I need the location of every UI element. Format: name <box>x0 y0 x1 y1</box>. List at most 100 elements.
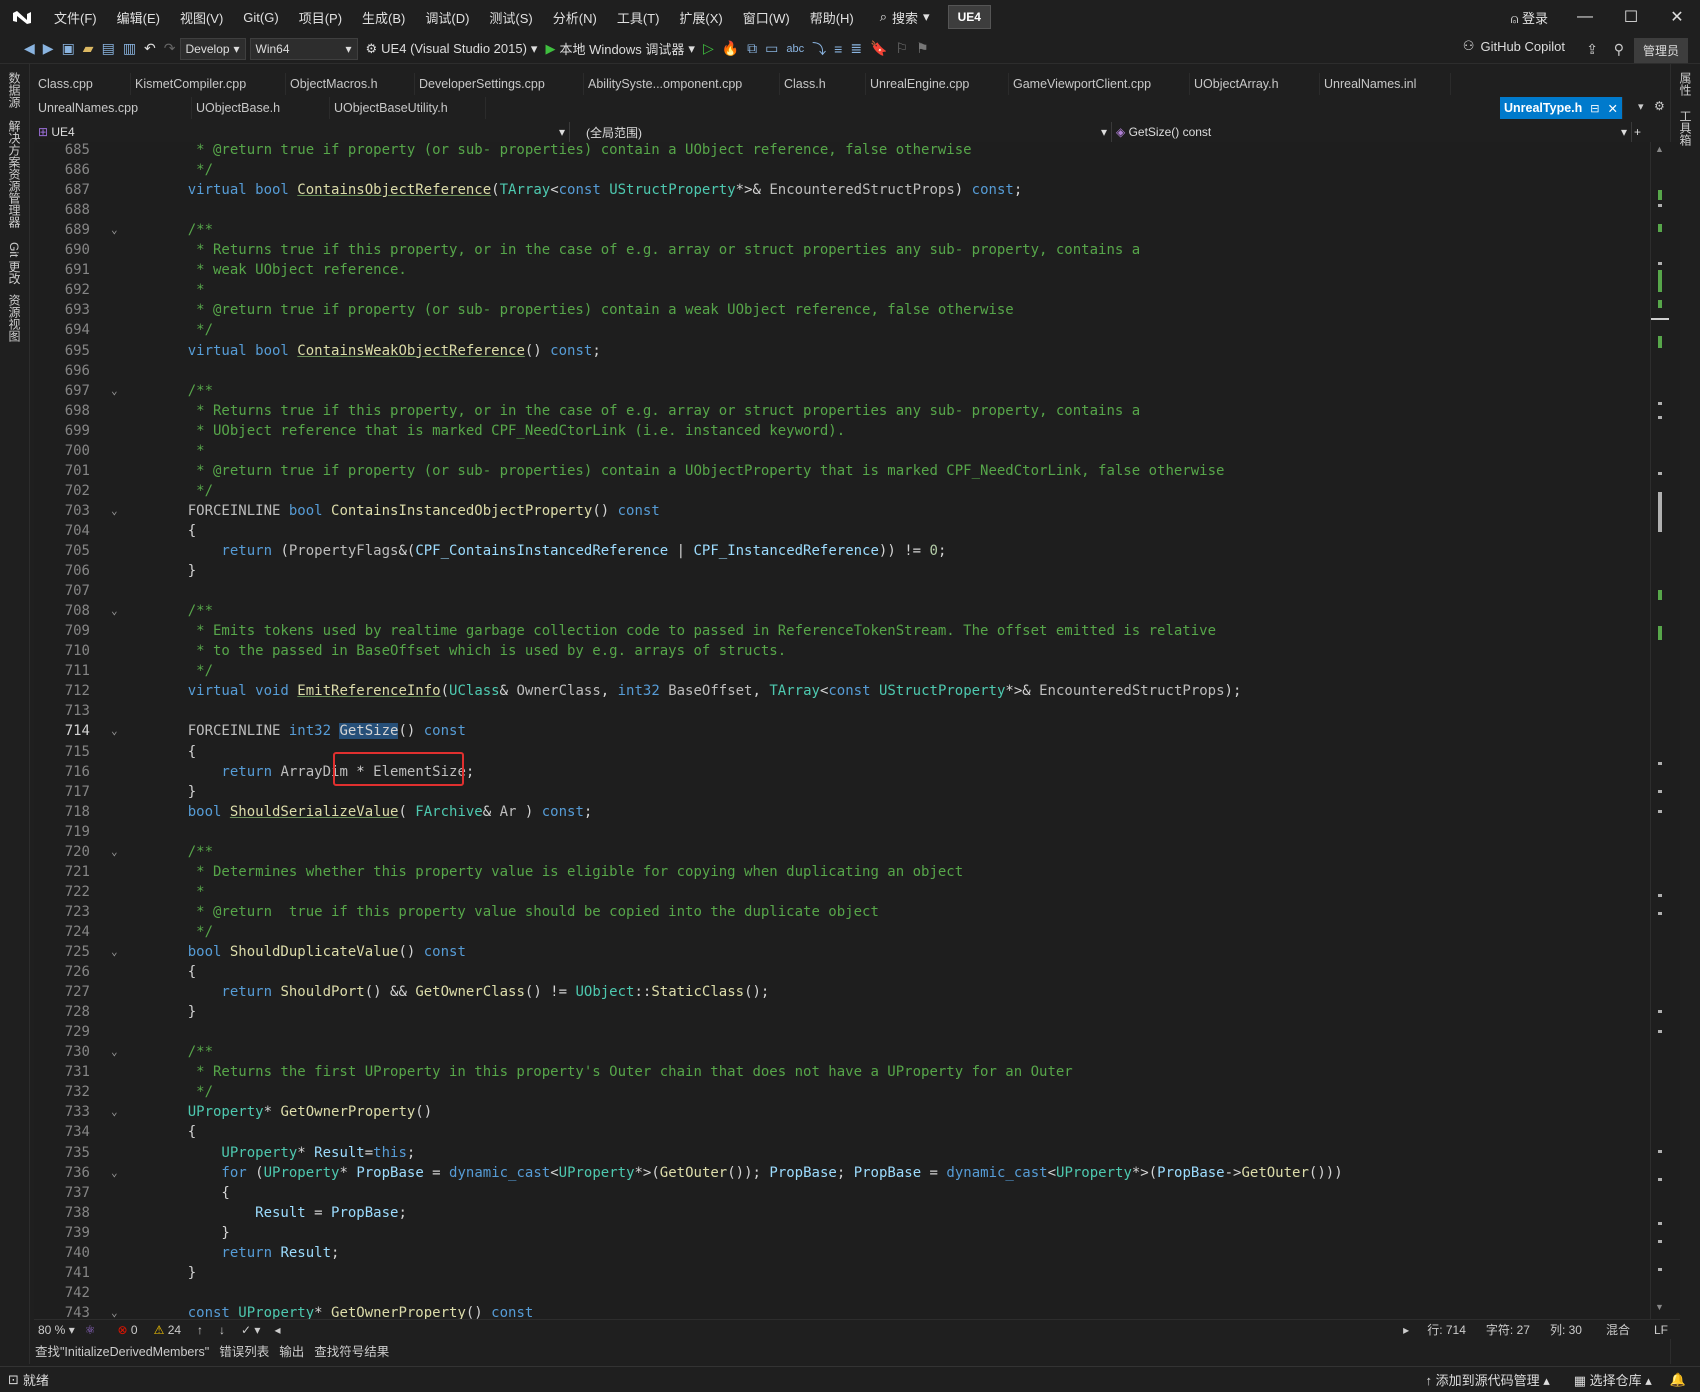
save-all-icon[interactable]: ▥ <box>119 37 140 61</box>
code-line[interactable]: 719 <box>34 822 1654 842</box>
zoom-dropdown[interactable]: 80 % ▾ <box>34 1323 79 1337</box>
step-into-icon[interactable]: ⤵ <box>808 37 830 61</box>
document-tab[interactable]: UObjectBase.h <box>192 97 330 119</box>
prev-bookmark-icon[interactable]: ⚐ <box>892 37 913 61</box>
undo-icon[interactable]: ↶ <box>140 37 160 61</box>
code-line[interactable]: 713 <box>34 701 1654 721</box>
code-line[interactable]: 694 */ <box>34 320 1654 340</box>
whitespace-mode-status[interactable]: 混合 <box>1594 1321 1642 1338</box>
document-tab[interactable]: ObjectMacros.h <box>286 73 415 95</box>
code-line[interactable]: 727 return ShouldPort() && GetOwnerClass… <box>34 982 1654 1002</box>
menu-item[interactable]: 文件(F) <box>44 8 107 27</box>
close-tab-icon[interactable]: ✕ <box>1607 101 1617 116</box>
scroll-right-arrow-icon[interactable]: ▸ <box>1397 1323 1415 1337</box>
code-line[interactable]: 701 * @return true if property (or sub- … <box>34 461 1654 481</box>
code-line[interactable]: 690 * Returns true if this property, or … <box>34 240 1654 260</box>
code-line[interactable]: 716 return ArrayDim * ElementSize; <box>34 762 1654 782</box>
code-line[interactable]: 722 * <box>34 882 1654 902</box>
fold-chevron-icon[interactable]: ⌄ <box>111 601 118 621</box>
github-copilot-button[interactable]: ⚇ GitHub Copilot <box>1463 38 1565 54</box>
menu-item[interactable]: 调试(D) <box>415 8 479 27</box>
scroll-left-arrow-icon[interactable]: ◂ <box>268 1323 286 1337</box>
tab-output[interactable]: 输出 <box>274 1341 309 1360</box>
code-line[interactable]: 707 <box>34 581 1654 601</box>
code-line[interactable]: 728 } <box>34 1002 1654 1022</box>
vertical-scrollbar[interactable]: ▲ ▼ <box>1650 142 1669 1319</box>
code-line[interactable]: 685 * @return true if property (or sub- … <box>34 142 1654 160</box>
code-line[interactable]: 702 */ <box>34 481 1654 501</box>
platform-dropdown[interactable]: Win64 ▾ <box>249 37 358 60</box>
code-line[interactable]: 699 * UObject reference that is marked C… <box>34 421 1654 441</box>
code-line[interactable]: 743 ⌄ const UProperty* GetOwnerProperty()… <box>34 1303 1654 1319</box>
fold-chevron-icon[interactable]: ⌄ <box>111 1303 118 1319</box>
feedback-icon[interactable]: ⚲ <box>1610 37 1628 61</box>
share-icon[interactable]: ⇪ <box>1582 37 1602 61</box>
rail-tab-toolbox[interactable]: 工具箱 <box>1677 110 1694 146</box>
tab-find-results[interactable]: 查找"InitializeDerivedMembers" <box>30 1341 214 1360</box>
code-line[interactable]: 741 } <box>34 1263 1654 1283</box>
project-dropdown[interactable]: ⊞ UE4 ▾ <box>34 122 570 142</box>
fold-chevron-icon[interactable]: ⌄ <box>111 381 118 401</box>
fold-chevron-icon[interactable]: ⌄ <box>111 721 118 741</box>
tab-error-list[interactable]: 错误列表 <box>214 1341 274 1360</box>
redo-icon[interactable]: ↷ <box>160 37 180 61</box>
add-to-source-control-button[interactable]: ↑ 添加到源代码管理 ▴ <box>1413 1370 1561 1389</box>
fold-chevron-icon[interactable]: ⌄ <box>111 1102 118 1122</box>
menu-item[interactable]: 编辑(E) <box>107 8 170 27</box>
code-editor[interactable]: 685 * @return true if property (or sub- … <box>34 142 1680 1319</box>
code-line[interactable]: 732 */ <box>34 1082 1654 1102</box>
fold-chevron-icon[interactable]: ⌄ <box>111 942 118 962</box>
code-line[interactable]: 703 ⌄ FORCEINLINE bool ContainsInstancedO… <box>34 501 1654 521</box>
code-line[interactable]: 718 bool ShouldSerializeValue( FArchive&… <box>34 802 1654 822</box>
code-line[interactable]: 740 return Result; <box>34 1243 1654 1263</box>
bookmark-icon[interactable]: 🔖 <box>866 37 891 61</box>
code-line[interactable]: 691 * weak UObject reference. <box>34 260 1654 280</box>
fold-chevron-icon[interactable]: ⌄ <box>111 842 118 862</box>
code-cleanup-icon[interactable]: ✓ ▾ <box>233 1323 268 1337</box>
document-tab[interactable]: GameViewportClient.cpp <box>1009 73 1190 95</box>
open-folder-icon[interactable]: ▰ <box>79 37 98 61</box>
comment-icon[interactable]: ≡ <box>830 37 846 61</box>
fold-chevron-icon[interactable]: ⌄ <box>111 501 118 521</box>
configuration-dropdown[interactable]: Develop ▾ <box>179 37 246 60</box>
code-line[interactable]: 712 virtual void EmitReferenceInfo(UClas… <box>34 681 1654 701</box>
settings-gear-icon[interactable]: ⚙ <box>1654 99 1665 113</box>
code-line[interactable]: 723 * @return true if this property valu… <box>34 902 1654 922</box>
rail-tab-git-changes[interactable]: Git 更改 <box>6 242 23 285</box>
menu-item[interactable]: 项目(P) <box>289 8 352 27</box>
error-count[interactable]: ⊗ 0 <box>109 1323 145 1337</box>
code-line[interactable]: 729 <box>34 1022 1654 1042</box>
code-line[interactable]: 737 { <box>34 1183 1654 1203</box>
member-dropdown[interactable]: ◈ GetSize() const ▾ <box>1112 122 1632 142</box>
menu-item[interactable]: Git(G) <box>233 10 288 25</box>
solution-explorer-icon[interactable]: ⧉ <box>743 37 761 61</box>
code-line[interactable]: 726 { <box>34 962 1654 982</box>
save-icon[interactable]: ▤ <box>98 37 119 61</box>
code-line[interactable]: 697 ⌄ /** <box>34 381 1654 401</box>
rail-tab-resource-view[interactable]: 资源视图 <box>6 294 23 342</box>
menu-item[interactable]: 工具(T) <box>607 8 670 27</box>
minimize-button[interactable]: — <box>1562 0 1608 34</box>
next-issue-arrow-icon[interactable]: ↓ <box>211 1323 233 1337</box>
menu-item[interactable]: 窗口(W) <box>733 8 800 27</box>
code-line[interactable]: 693 * @return true if property (or sub- … <box>34 300 1654 320</box>
code-line[interactable]: 724 */ <box>34 922 1654 942</box>
next-bookmark-icon[interactable]: ⚑ <box>912 37 933 61</box>
line-ending-status[interactable]: LF <box>1642 1323 1680 1337</box>
code-line[interactable]: 700 * <box>34 441 1654 461</box>
menu-item[interactable]: 视图(V) <box>170 8 233 27</box>
code-line[interactable]: 739 } <box>34 1223 1654 1243</box>
code-line[interactable]: 738 Result = PropBase; <box>34 1203 1654 1223</box>
rail-tab-properties[interactable]: 属性 <box>1677 72 1694 96</box>
document-tab[interactable]: UnrealNames.inl <box>1320 73 1451 95</box>
code-line[interactable]: 698 * Returns true if this property, or … <box>34 401 1654 421</box>
code-line[interactable]: 742 <box>34 1283 1654 1303</box>
code-line[interactable]: 710 * to the passed in BaseOffset which … <box>34 641 1654 661</box>
scope-dropdown[interactable]: (全局范围) ▾ <box>570 122 1112 142</box>
document-tab[interactable]: UObjectBaseUtility.h <box>330 97 486 119</box>
solution-name-badge[interactable]: UE4 <box>947 5 991 29</box>
menu-item[interactable]: 扩展(X) <box>669 8 732 27</box>
line-number-status[interactable]: 行: 714 <box>1415 1321 1478 1338</box>
pin-icon[interactable]: ⊟ <box>1590 102 1599 115</box>
code-line[interactable]: 717 } <box>34 782 1654 802</box>
